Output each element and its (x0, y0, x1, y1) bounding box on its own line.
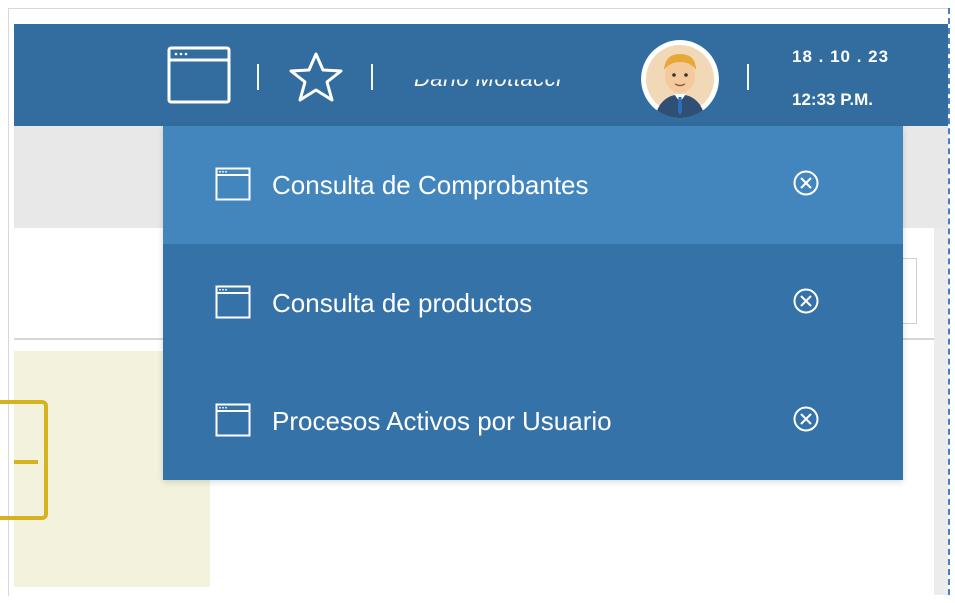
menu-item-procesos-activos[interactable]: Procesos Activos por Usuario (163, 362, 903, 480)
selection-dashed-edge (948, 8, 950, 595)
time-display: 12:33 P.M. (792, 90, 873, 109)
menu-item-consulta-productos[interactable]: Consulta de productos (163, 244, 903, 362)
close-circle-icon[interactable] (791, 168, 821, 198)
date-display: 18 . 10 . 23 (792, 47, 890, 66)
card-divider (14, 460, 38, 464)
menu-item-label: Procesos Activos por Usuario (272, 406, 612, 436)
scroll-gutter (934, 228, 948, 595)
window-icon[interactable] (167, 46, 231, 104)
header-separator (257, 64, 259, 90)
header-separator (371, 64, 373, 90)
menu-item-label: Consulta de Comprobantes (272, 170, 589, 200)
window-icon (215, 167, 251, 201)
menu-item-label: Consulta de productos (272, 288, 533, 318)
header-separator (747, 64, 749, 90)
window-icon (215, 403, 251, 437)
star-icon[interactable] (287, 51, 345, 103)
close-circle-icon[interactable] (791, 286, 821, 316)
window-icon (215, 285, 251, 319)
top-header-bar (14, 24, 948, 126)
close-circle-icon[interactable] (791, 404, 821, 434)
avatar[interactable] (641, 40, 719, 118)
menu-item-consulta-comprobantes[interactable]: Consulta de Comprobantes (163, 126, 903, 244)
open-windows-menu: Consulta de Comprobantes Consulta de pro… (163, 126, 903, 480)
user-avatar-image (641, 40, 719, 118)
